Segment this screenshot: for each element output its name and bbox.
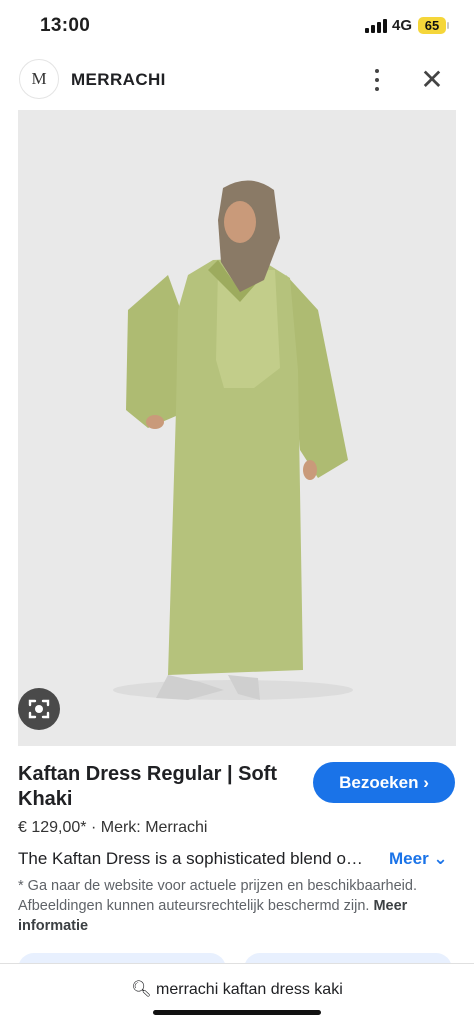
- price: € 129,00*: [18, 819, 87, 836]
- disclaimer-text: * Ga naar de website voor actuele prijze…: [18, 878, 417, 914]
- chevron-right-icon: ›: [423, 773, 429, 792]
- more-vertical-icon[interactable]: [363, 64, 391, 96]
- product-description: The Kaftan Dress is a sophisticated blen…: [18, 849, 363, 868]
- brand: Merk: Merrachi: [100, 819, 208, 836]
- visit-button[interactable]: Bezoeken ›: [313, 762, 455, 803]
- battery-icon: 65: [418, 17, 446, 34]
- visit-button-label: Bezoeken: [339, 773, 419, 792]
- search-query: merrachi kaftan dress kaki: [156, 981, 343, 998]
- price-row: € 129,00* · Merk: Merrachi: [18, 819, 207, 837]
- site-name[interactable]: MERRACHI: [71, 70, 166, 90]
- status-time: 13:00: [40, 15, 91, 36]
- status-bar: 13:00 4G 65: [0, 0, 474, 52]
- more-link[interactable]: Meer ⌄: [389, 849, 448, 869]
- signal-icon: [365, 19, 387, 33]
- separator: ·: [90, 819, 97, 836]
- close-icon[interactable]: ✕: [418, 64, 446, 96]
- network-type: 4G: [392, 17, 413, 34]
- chevron-down-icon: ⌄: [433, 849, 448, 868]
- battery-tip: [447, 22, 449, 29]
- product-image[interactable]: [18, 110, 456, 746]
- header: M MERRACHI ✕: [0, 52, 474, 108]
- model-in-kaftan-illustration: [113, 180, 353, 700]
- site-logo[interactable]: M: [19, 59, 59, 99]
- lens-icon[interactable]: [18, 688, 60, 730]
- home-indicator: [153, 1010, 321, 1015]
- disclaimer: * Ga naar de website voor actuele prijze…: [18, 876, 438, 936]
- more-link-label: Meer: [389, 849, 429, 868]
- product-title[interactable]: Kaftan Dress Regular | Soft Khaki: [18, 762, 298, 812]
- search-icon: 🔍︎: [131, 981, 152, 998]
- search-query-row[interactable]: 🔍︎ merrachi kaftan dress kaki: [0, 979, 474, 999]
- bottom-search-bar[interactable]: 🔍︎ merrachi kaftan dress kaki: [0, 963, 474, 1025]
